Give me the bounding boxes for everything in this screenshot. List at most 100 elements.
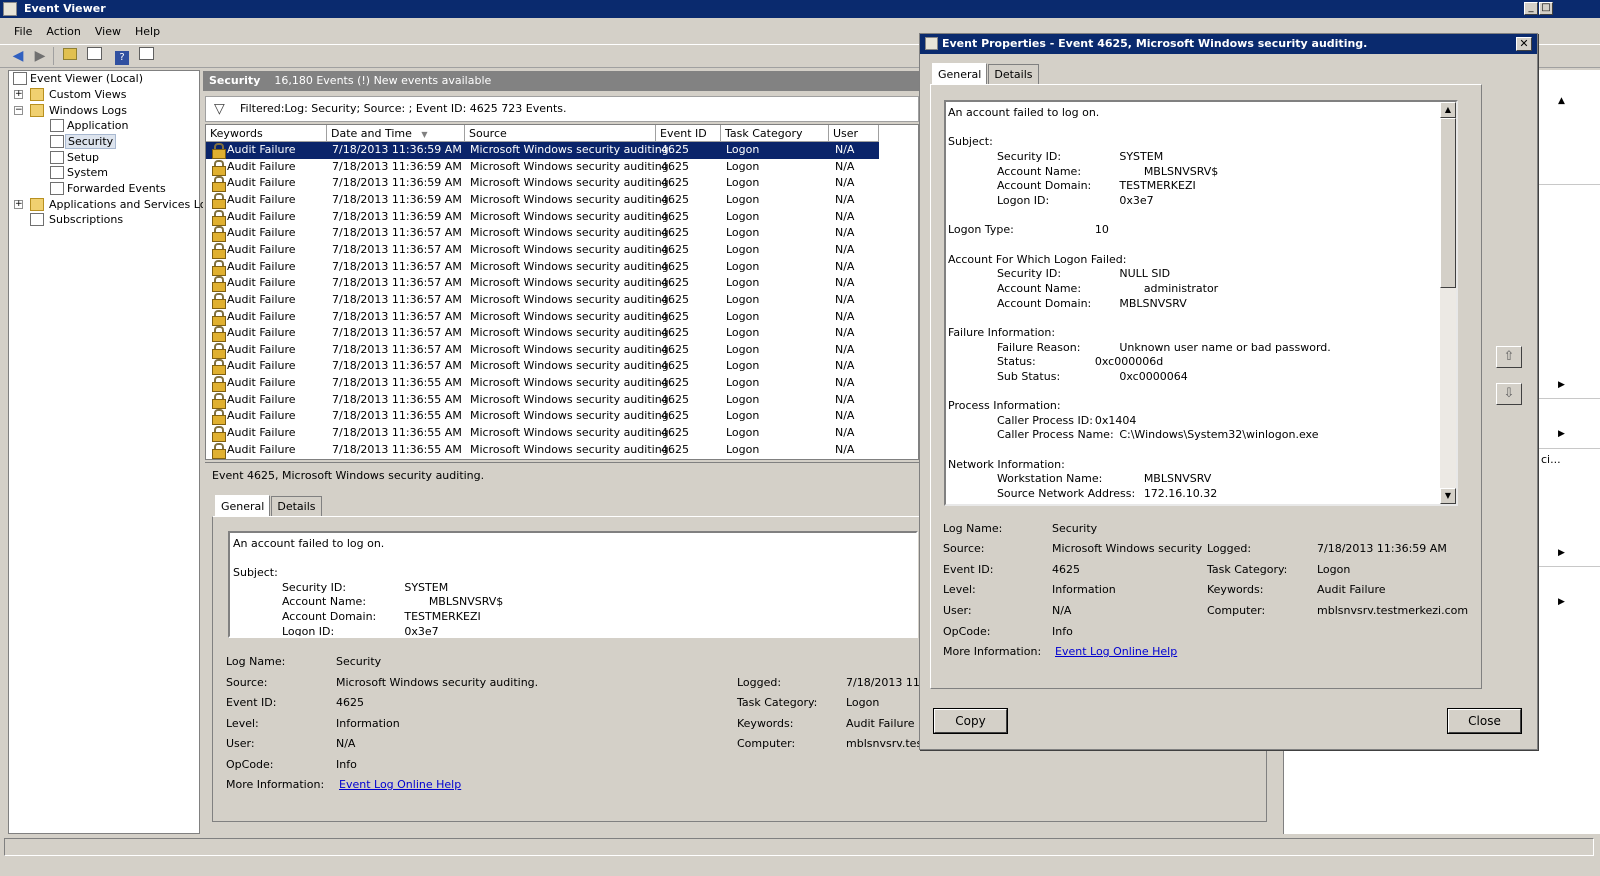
tree-item-system[interactable]: System	[50, 165, 108, 181]
audit-failure-lock-icon	[212, 342, 226, 359]
cell-task-category: Logon	[726, 292, 760, 306]
audit-failure-lock-icon	[212, 259, 226, 276]
tree-item-subscriptions[interactable]: Subscriptions	[30, 212, 123, 228]
cell-user: N/A	[835, 392, 855, 406]
table-row[interactable]: Audit Failure 7/18/2013 11:36:57 AM Micros…	[206, 342, 918, 359]
show-hide-tree-icon[interactable]	[85, 47, 103, 65]
copy-button[interactable]: Copy	[933, 708, 1008, 734]
audit-failure-lock-icon	[212, 376, 226, 393]
tree-item-application[interactable]: Application	[50, 118, 128, 134]
tree-item-apps-services[interactable]: + Applications and Services Logs	[13, 197, 219, 213]
cell-date: 7/18/2013 11:36:57 AM	[332, 292, 462, 306]
show-action-pane-icon[interactable]	[137, 47, 155, 65]
tree-item-custom-views[interactable]: + Custom Views	[13, 87, 126, 103]
filter-icon: ▽	[214, 101, 225, 117]
cell-keywords: Audit Failure	[227, 192, 296, 206]
submenu-arrow-icon[interactable]: ▶	[1558, 548, 1565, 558]
actions-divider	[1537, 398, 1600, 399]
table-row[interactable]: Audit Failure 7/18/2013 11:36:57 AM Micros…	[206, 275, 918, 293]
column-header-event-id[interactable]: Event ID	[656, 125, 721, 142]
menu-help[interactable]: Help	[128, 22, 167, 41]
tree-item-forwarded-events[interactable]: Forwarded Events	[50, 181, 166, 197]
table-row[interactable]: Audit Failure 7/18/2013 11:36:57 AM Micros…	[206, 325, 918, 343]
cell-task-category: Logon	[726, 242, 760, 256]
tab-details[interactable]: Details	[271, 496, 322, 516]
expand-icon[interactable]: +	[14, 200, 23, 209]
menu-action[interactable]: Action	[39, 22, 87, 41]
dialog-value-event-id: 4625	[1052, 563, 1080, 576]
collapse-icon[interactable]: −	[14, 106, 23, 115]
table-row[interactable]: Audit Failure 7/18/2013 11:36:55 AM Micros…	[206, 408, 918, 426]
submenu-arrow-icon[interactable]: ▶	[1558, 380, 1565, 390]
scroll-thumb[interactable]	[1440, 118, 1456, 288]
table-row[interactable]: Audit Failure 7/18/2013 11:36:55 AM Micros…	[206, 375, 918, 393]
forward-arrow-icon[interactable]: ▶	[31, 47, 49, 65]
preview-label-logged: Logged:	[737, 676, 782, 689]
preview-label-more-info: More Information:	[226, 778, 325, 791]
table-row[interactable]: Audit Failure 7/18/2013 11:36:57 AM Micros…	[206, 242, 918, 259]
maximize-button[interactable]: □	[1539, 2, 1553, 15]
collapse-arrow-icon[interactable]: ▲	[1558, 96, 1565, 106]
dialog-tab-details[interactable]: Details	[988, 64, 1039, 84]
table-row[interactable]: Audit Failure 7/18/2013 11:36:59 AM Micros…	[206, 175, 918, 193]
table-row[interactable]: Audit Failure 7/18/2013 11:36:55 AM Micros…	[206, 442, 918, 459]
cell-date: 7/18/2013 11:36:59 AM	[332, 143, 462, 156]
cell-date: 7/18/2013 11:36:57 AM	[332, 342, 462, 356]
actions-divider	[1537, 448, 1600, 449]
column-header-date[interactable]: Date and Time ▼	[327, 125, 465, 142]
column-header-keywords[interactable]: Keywords	[206, 125, 327, 142]
audit-failure-lock-icon	[212, 226, 226, 243]
table-row[interactable]: Audit Failure 7/18/2013 11:36:55 AM Micros…	[206, 392, 918, 409]
dialog-close-icon[interactable]: ✕	[1516, 37, 1532, 51]
tree-item-windows-logs[interactable]: − Windows Logs	[13, 103, 127, 119]
dialog-tab-general[interactable]: General	[932, 63, 988, 84]
close-button[interactable]: Close	[1447, 708, 1522, 734]
preview-event-log-help-link[interactable]: Event Log Online Help	[339, 778, 461, 791]
cell-keywords: Audit Failure	[227, 276, 296, 290]
submenu-arrow-icon[interactable]: ▶	[1558, 597, 1565, 607]
table-row[interactable]: Audit Failure 7/18/2013 11:36:57 AM Micros…	[206, 259, 918, 276]
cell-event-id: 4625	[661, 159, 689, 173]
column-header-task-category[interactable]: Task Category	[721, 125, 829, 142]
column-header-user[interactable]: User	[829, 125, 879, 142]
help-icon[interactable]: ?	[113, 47, 131, 65]
next-event-icon[interactable]: ⇩	[1496, 383, 1522, 405]
menu-view[interactable]: View	[88, 22, 128, 41]
cell-user: N/A	[835, 143, 855, 156]
event-viewer-icon	[13, 72, 27, 85]
dialog-description-box[interactable]: An account failed to log on. Subject: Se…	[944, 100, 1458, 506]
cell-keywords: Audit Failure	[227, 242, 296, 256]
expand-icon[interactable]: +	[14, 90, 23, 99]
cell-keywords: Audit Failure	[227, 392, 296, 406]
menu-file[interactable]: File	[0, 22, 39, 41]
column-header-source[interactable]: Source	[465, 125, 656, 142]
table-row[interactable]: Audit Failure 7/18/2013 11:36:59 AM Micros…	[206, 192, 918, 209]
minimize-button[interactable]: _	[1524, 2, 1538, 15]
table-row[interactable]: Audit Failure 7/18/2013 11:36:57 AM Micros…	[206, 292, 918, 309]
table-row[interactable]: Audit Failure 7/18/2013 11:36:55 AM Micros…	[206, 425, 918, 443]
cell-event-id: 4625	[661, 326, 689, 340]
preview-description[interactable]: An account failed to log on. Subject: Se…	[228, 531, 918, 638]
tree-item-root[interactable]: Event Viewer (Local)	[13, 71, 143, 87]
dialog-value-opcode: Info	[1052, 625, 1073, 638]
table-row[interactable]: Audit Failure 7/18/2013 11:36:59 AM Micros…	[206, 142, 879, 159]
table-row[interactable]: Audit Failure 7/18/2013 11:36:57 AM Micros…	[206, 358, 918, 376]
previous-event-icon[interactable]: ⇧	[1496, 346, 1522, 368]
back-arrow-icon[interactable]: ◀	[9, 47, 27, 65]
up-folder-icon[interactable]	[61, 47, 79, 65]
tree-item-setup[interactable]: Setup	[50, 150, 99, 166]
submenu-arrow-icon[interactable]: ▶	[1558, 429, 1565, 439]
table-row[interactable]: Audit Failure 7/18/2013 11:36:57 AM Micros…	[206, 225, 918, 243]
table-row[interactable]: Audit Failure 7/18/2013 11:36:59 AM Micros…	[206, 209, 918, 226]
table-row[interactable]: Audit Failure 7/18/2013 11:36:57 AM Micros…	[206, 309, 918, 326]
table-row[interactable]: Audit Failure 7/18/2013 11:36:59 AM Micros…	[206, 159, 918, 176]
scroll-up-icon[interactable]: ▲	[1440, 102, 1456, 118]
log-event-count: 16,180 Events (!) New events available	[274, 74, 492, 87]
actions-item-label[interactable]: ci...	[1541, 453, 1561, 466]
scroll-down-icon[interactable]: ▼	[1440, 488, 1456, 504]
description-scrollbar[interactable]: ▲ ▼	[1440, 102, 1456, 504]
dialog-event-log-help-link[interactable]: Event Log Online Help	[1055, 645, 1177, 658]
tab-general[interactable]: General	[215, 495, 271, 516]
tree-item-security[interactable]: Security	[50, 134, 117, 150]
dialog-value-level: Information	[1052, 583, 1116, 596]
